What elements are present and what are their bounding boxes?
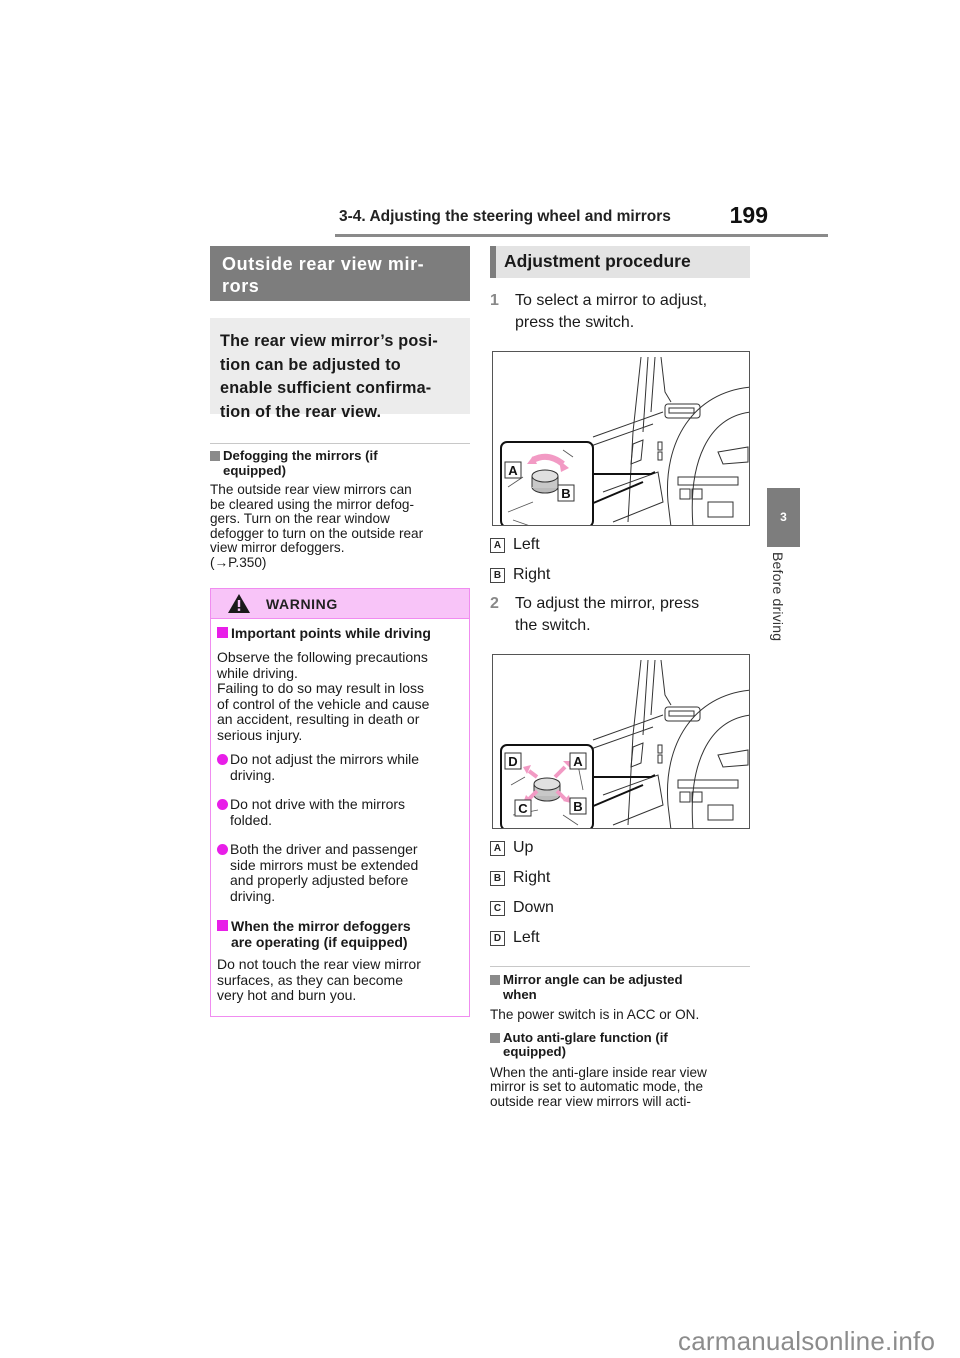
step-1: 1 To select a mirror to adjust, press th… <box>490 290 750 334</box>
warning-header: WARNING <box>211 589 469 619</box>
warning-text: Observe the following precautions while … <box>217 649 430 743</box>
warning-bullet: Both the driver and passenger side mirro… <box>217 841 463 904</box>
chapter-label: Before driving <box>770 552 798 662</box>
callout-d: D <box>508 754 517 769</box>
legend-text: Right <box>513 869 551 886</box>
callout-a: A <box>508 463 518 478</box>
legend-key: A <box>490 537 505 553</box>
bullet-dot-icon <box>217 844 228 855</box>
callout-c: C <box>518 801 528 816</box>
step-text: To adjust the mirror, press the switch. <box>515 595 700 634</box>
step-number: 1 <box>490 292 499 309</box>
defog-heading-text: Defogging the mirrors (if equipped) <box>223 448 378 478</box>
defog-body: The outside rear view mirrors can be cle… <box>210 482 424 570</box>
note-heading: Auto anti-glare function (if equipped) <box>490 1029 750 1060</box>
note-heading-text: Auto anti-glare function (if equipped) <box>503 1029 668 1060</box>
warning-body: Important points while driving Observe t… <box>211 619 469 1004</box>
defog-heading: Defogging the mirrors (if equipped) <box>210 448 470 478</box>
legend-item: C Down <box>490 893 750 923</box>
step-number: 2 <box>490 595 499 612</box>
note-body: The power switch is in ACC or ON. <box>490 1007 700 1022</box>
step-2: 2 To adjust the mirror, press the switch… <box>490 593 750 637</box>
warning-subheading-text: Important points while driving <box>231 625 431 641</box>
square-bullet-icon <box>490 1032 500 1043</box>
square-bullet-icon <box>210 451 220 461</box>
warning-subheading-text: When the mirror defoggers are operating … <box>231 918 411 950</box>
note-heading: Mirror angle can be adjusted when <box>490 972 750 1002</box>
legend-text: Down <box>513 899 554 916</box>
right-column: Adjustment procedure 1 To select a mirro… <box>490 246 750 1109</box>
watermark[interactable]: carmanualsonline.info <box>678 1326 935 1357</box>
legend-key: B <box>490 870 505 886</box>
mirror-adjust-illustration: D A C B <box>500 659 749 828</box>
warning-triangle-icon <box>228 594 250 613</box>
legend-item: B Right <box>490 863 750 893</box>
divider <box>490 966 750 967</box>
warning-subheading: When the mirror defoggers are operating … <box>217 918 463 950</box>
step-text: To select a mirror to adjust, press the … <box>515 292 708 331</box>
legend-text: Up <box>513 839 534 856</box>
square-bullet-icon <box>490 975 500 985</box>
legend-key: A <box>490 840 505 856</box>
outside-mirrors-heading: Outside rear view mir- rors <box>210 246 470 301</box>
bullet-dot-icon <box>217 754 228 765</box>
legend-key: C <box>490 900 505 916</box>
divider <box>210 443 470 444</box>
warning-bullet: Do not drive with the mirrors folded. <box>217 796 463 828</box>
figure-mirror-adjust: D A C B <box>492 654 750 829</box>
callout-b: B <box>573 799 582 814</box>
warning-box: WARNING Important points while driving O… <box>210 588 470 1017</box>
adjustment-heading: Adjustment procedure <box>490 246 750 278</box>
chapter-label-text: Before driving <box>770 552 786 642</box>
warning-bullet-text: Both the driver and passenger side mirro… <box>230 841 419 904</box>
note-body: When the anti-glare inside rear view mir… <box>490 1064 707 1109</box>
warning-bullet: Do not adjust the mirrors while driving. <box>217 751 463 783</box>
chapter-tab[interactable]: 3 <box>767 488 800 547</box>
bullet-dot-icon <box>217 799 228 810</box>
note-heading-text: Mirror angle can be adjusted when <box>503 972 683 1002</box>
figure2-legend: A Up B Right C Down D Left <box>490 833 750 953</box>
warning-text: Do not touch the rear view mirror surfac… <box>217 956 421 1003</box>
figure-mirror-select: A B <box>492 351 750 526</box>
left-column: Outside rear view mir- rors The rear vie… <box>210 246 470 571</box>
square-bullet-icon <box>217 627 228 638</box>
warning-subheading: Important points while driving <box>217 625 463 641</box>
legend-item: A Left <box>490 530 750 560</box>
section-title: 3-4. Adjusting the steering wheel and mi… <box>339 208 671 225</box>
page-header: 3-4. Adjusting the steering wheel and mi… <box>335 202 828 237</box>
warning-bullet-text: Do not drive with the mirrors folded. <box>230 796 406 828</box>
intro-box: The rear view mirror’s posi- tion can be… <box>210 318 470 421</box>
legend-item: B Right <box>490 560 750 590</box>
warning-bullet-text: Do not adjust the mirrors while driving. <box>230 751 420 783</box>
header-divider <box>335 234 828 237</box>
figure1-legend: A Left B Right <box>490 530 750 590</box>
legend-key: D <box>490 930 505 946</box>
legend-item: D Left <box>490 923 750 953</box>
legend-text: Left <box>513 929 540 946</box>
legend-text: Right <box>513 566 551 583</box>
callout-a: A <box>573 754 583 769</box>
square-bullet-icon <box>217 920 228 931</box>
mirror-select-illustration: A B <box>500 356 749 525</box>
page-number: 199 <box>729 202 768 228</box>
callout-b: B <box>561 486 570 501</box>
legend-item: A Up <box>490 833 750 863</box>
legend-text: Left <box>513 536 540 553</box>
legend-key: B <box>490 567 505 583</box>
warning-title: WARNING <box>266 596 338 612</box>
